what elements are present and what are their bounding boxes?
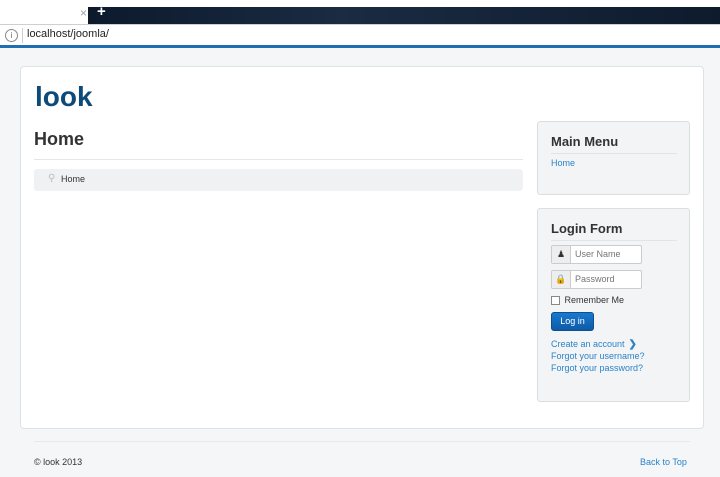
password-field[interactable]: 🔒 [551,270,642,289]
address-bar[interactable]: i localhost/joomla/ [0,24,720,48]
site-brand[interactable]: look [35,81,93,113]
main-menu-divider [551,153,677,154]
forgot-password-link[interactable]: Forgot your password? [551,363,643,373]
footer-divider [34,441,690,442]
page-title: Home [34,129,85,149]
page-container: look Home ⚲ Home Main Menu Home Login Fo… [20,66,704,429]
lock-icon: 🔒 [552,271,571,288]
address-divider [22,28,23,43]
user-icon: ♟ [552,246,571,263]
remember-me-label: Remember Me [564,295,625,305]
remember-me-row[interactable]: Remember Me [551,295,625,306]
main-menu-title: Main Menu [551,134,619,149]
login-form-divider [551,240,677,241]
breadcrumb-item-home: Home [61,174,86,184]
footer-copyright: © look 2013 [34,457,83,467]
page-info-icon[interactable]: i [5,29,18,42]
username-field[interactable]: ♟ [551,245,642,264]
chevron-right-icon: ❯ [628,339,637,350]
address-url[interactable]: localhost/joomla/ [27,28,109,40]
tab-strip: + [88,3,720,24]
title-divider [34,159,523,160]
login-button[interactable]: Log in [551,312,594,331]
login-form-title: Login Form [551,221,623,236]
remember-me-checkbox[interactable] [551,296,560,306]
breadcrumb: ⚲ Home [34,169,523,191]
login-form-module: Login Form ♟ 🔒 Remember Me Log in Create… [537,208,690,402]
back-to-top-link[interactable]: Back to Top [640,457,687,467]
menu-item-home[interactable]: Home [551,158,575,168]
main-menu-module: Main Menu Home [537,121,690,195]
location-pin-icon: ⚲ [48,173,56,184]
password-input[interactable] [575,274,639,284]
close-tab-icon[interactable]: × [80,6,87,20]
new-tab-icon[interactable]: + [97,3,106,20]
forgot-username-link[interactable]: Forgot your username? [551,351,645,361]
username-input[interactable] [575,249,639,259]
browser-tabbar: × + [0,0,720,24]
create-account-label: Create an account [551,339,625,349]
create-account-link[interactable]: Create an account ❯ [551,339,637,350]
